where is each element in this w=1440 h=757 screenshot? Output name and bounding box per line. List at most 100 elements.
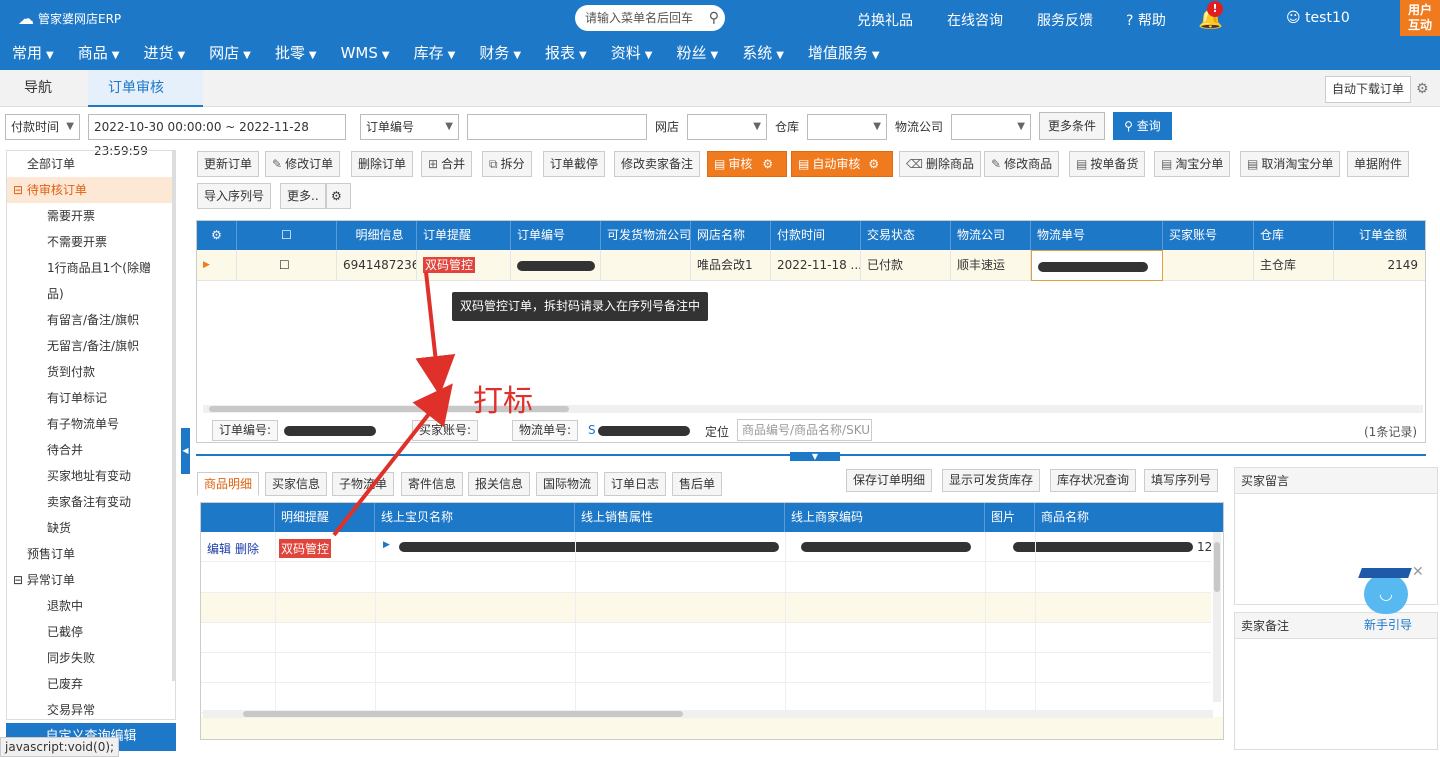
col-header[interactable]: 可发货物流公司 <box>601 221 691 250</box>
beginner-guide[interactable]: ◡ 新手引导 ✕ <box>1358 564 1424 632</box>
sidebar-item[interactable]: 卖家备注有变动 <box>7 489 175 515</box>
warehouse-select[interactable]: ▼ <box>807 114 887 140</box>
menu-item[interactable]: 增值服务 ▼ <box>796 36 892 70</box>
col-header[interactable]: 物流公司 <box>951 221 1031 250</box>
menu-item[interactable]: 常用 ▼ <box>0 36 66 70</box>
sidebar-item[interactable]: 退款中 <box>7 593 175 619</box>
col-header[interactable]: 线上宝贝名称 <box>375 503 575 532</box>
save-detail-button[interactable]: 保存订单明细 <box>846 469 933 492</box>
sidebar-item[interactable]: 全部订单 <box>7 151 175 177</box>
edit-link[interactable]: 编辑 <box>207 540 231 557</box>
tab-nav[interactable]: 导航 <box>4 70 72 107</box>
dual-code-tag[interactable]: 双码管控 <box>279 539 332 558</box>
sidebar-item[interactable]: 交易异常 <box>7 697 175 719</box>
cancel-taobao-split-button[interactable]: ▤ 取消淘宝分单 <box>1240 151 1341 177</box>
expand-icon[interactable]: ▶ <box>383 540 390 550</box>
col-header[interactable]: 物流单号 <box>1031 221 1163 250</box>
dual-code-tag[interactable]: 双码管控 <box>423 257 476 273</box>
link-help[interactable]: ? 帮助 <box>1126 10 1166 30</box>
col-header[interactable]: 订单提醒 <box>417 221 511 250</box>
detail-vscrollbar[interactable] <box>1213 532 1221 702</box>
tab-sender-info[interactable]: 寄件信息 <box>401 472 464 496</box>
menu-item[interactable]: 资料 ▼ <box>599 36 665 70</box>
user-menu[interactable]: ☺ test10 <box>1286 10 1350 26</box>
split-button[interactable]: ⧉ 拆分 <box>482 151 532 177</box>
menu-item[interactable]: 商品 ▼ <box>66 36 132 70</box>
more-conditions-button[interactable]: 更多条件 <box>1039 112 1105 140</box>
tab-sub-logistics[interactable]: 子物流单 <box>332 472 395 496</box>
edit-seller-note-button[interactable]: 修改卖家备注 <box>614 151 701 177</box>
locate-input[interactable]: 商品编号/商品名称/SKU <box>737 419 872 441</box>
cell-tracking[interactable] <box>1031 250 1163 281</box>
order-no-input[interactable] <box>467 114 647 140</box>
edit-order-button[interactable]: ✎ 修改订单 <box>265 151 341 177</box>
show-stock-button[interactable]: 显示可发货库存 <box>942 469 1041 492</box>
sidebar-item[interactable]: 需要开票 <box>7 203 175 229</box>
detail-hscrollbar[interactable] <box>203 710 1213 718</box>
merge-button[interactable]: ⊞ 合并 <box>421 151 473 177</box>
link-consult[interactable]: 在线咨询 <box>947 10 1003 30</box>
col-header[interactable]: 付款时间 <box>771 221 861 250</box>
col-header[interactable]: 交易状态 <box>861 221 951 250</box>
menu-item[interactable]: 系统 ▼ <box>730 36 796 70</box>
shop-select[interactable]: ▼ <box>687 114 767 140</box>
menu-item[interactable]: 粉丝 ▼ <box>664 36 730 70</box>
link-feedback[interactable]: 服务反馈 <box>1037 10 1093 30</box>
sidebar-item[interactable]: 同步失败 <box>7 645 175 671</box>
menu-item[interactable]: WMS ▼ <box>329 36 402 70</box>
close-icon[interactable]: ✕ <box>1412 564 1424 580</box>
collapse-handle[interactable]: ◀ <box>181 428 190 474</box>
sidebar-item[interactable]: ⊟ 异常订单 <box>7 567 175 593</box>
tab-buyer-info[interactable]: 买家信息 <box>265 472 328 496</box>
delete-link[interactable]: 删除 <box>235 540 259 557</box>
time-range-input[interactable]: 2022-10-30 00:00:00 ~ 2022-11-28 23:59:5… <box>88 114 346 158</box>
menu-item[interactable]: 进货 ▼ <box>131 36 197 70</box>
tab-intl-logistics[interactable]: 国际物流 <box>536 472 599 496</box>
more-button[interactable]: 更多.. <box>280 183 326 209</box>
sidebar-item[interactable]: 买家地址有变动 <box>7 463 175 489</box>
sidebar-scrollbar[interactable] <box>172 151 175 681</box>
query-button[interactable]: ⚲ 查询 <box>1113 112 1172 140</box>
logistics-select[interactable]: ▼ <box>951 114 1031 140</box>
col-header[interactable] <box>201 503 275 532</box>
sidebar-item[interactable]: ⊟ 待审核订单 <box>7 177 175 203</box>
toolbar-settings-button[interactable]: ⚙ <box>326 183 351 209</box>
grid-hscrollbar[interactable] <box>203 405 1423 413</box>
sidebar-item[interactable]: 有订单标记 <box>7 385 175 411</box>
col-header[interactable]: 图片 <box>985 503 1035 532</box>
order-field-select[interactable]: 订单编号 ▼ <box>360 114 459 140</box>
fill-serial-button[interactable]: 填写序列号 <box>1144 469 1219 492</box>
sidebar-item[interactable]: 品) <box>7 281 175 307</box>
menu-item[interactable]: 批零 ▼ <box>263 36 329 70</box>
sidebar-item[interactable]: 货到付款 <box>7 359 175 385</box>
sidebar-item[interactable]: 已废弃 <box>7 671 175 697</box>
sidebar-item[interactable]: 有子物流单号 <box>7 411 175 437</box>
sidebar-item[interactable]: 缺货 <box>7 515 175 541</box>
row-checkbox[interactable]: ☐ <box>237 250 337 281</box>
auto-review-button[interactable]: ▤ 自动审核 ⚙ <box>791 151 893 177</box>
time-type-select[interactable]: 付款时间 ▼ <box>5 114 80 140</box>
col-header[interactable]: 订单金额 <box>1334 221 1425 250</box>
search-icon[interactable]: ⚲ <box>709 5 719 31</box>
tab-customs[interactable]: 报关信息 <box>468 472 531 496</box>
menu-item[interactable]: 网店 ▼ <box>197 36 263 70</box>
import-serial-button[interactable]: 导入序列号 <box>197 183 272 209</box>
stock-query-button[interactable]: 库存状况查询 <box>1050 469 1137 492</box>
col-header[interactable]: 线上商家编码 <box>785 503 985 532</box>
sidebar-item[interactable]: 待合并 <box>7 437 175 463</box>
tab-order-log[interactable]: 订单日志 <box>604 472 667 496</box>
sidebar-item[interactable]: 有留言/备注/旗帜 <box>7 307 175 333</box>
sidebar-item[interactable]: 1行商品且1个(除赠 <box>7 255 175 281</box>
splitter-handle[interactable]: ▼ <box>790 452 840 461</box>
edit-product-button[interactable]: ✎ 修改商品 <box>984 151 1060 177</box>
col-header[interactable]: 买家账号 <box>1163 221 1254 250</box>
col-header[interactable]: 线上销售属性 <box>575 503 785 532</box>
sidebar-item[interactable]: 已截停 <box>7 619 175 645</box>
sidebar-item[interactable]: 无留言/备注/旗帜 <box>7 333 175 359</box>
col-header[interactable]: 明细提醒 <box>275 503 375 532</box>
menu-item[interactable]: 财务 ▼ <box>467 36 533 70</box>
sidebar-item[interactable]: 预售订单 <box>7 541 175 567</box>
col-header[interactable]: 商品名称 <box>1035 503 1223 532</box>
tab-product-detail[interactable]: 商品明细 <box>197 472 260 496</box>
select-all-checkbox[interactable]: ☐ <box>237 221 337 250</box>
